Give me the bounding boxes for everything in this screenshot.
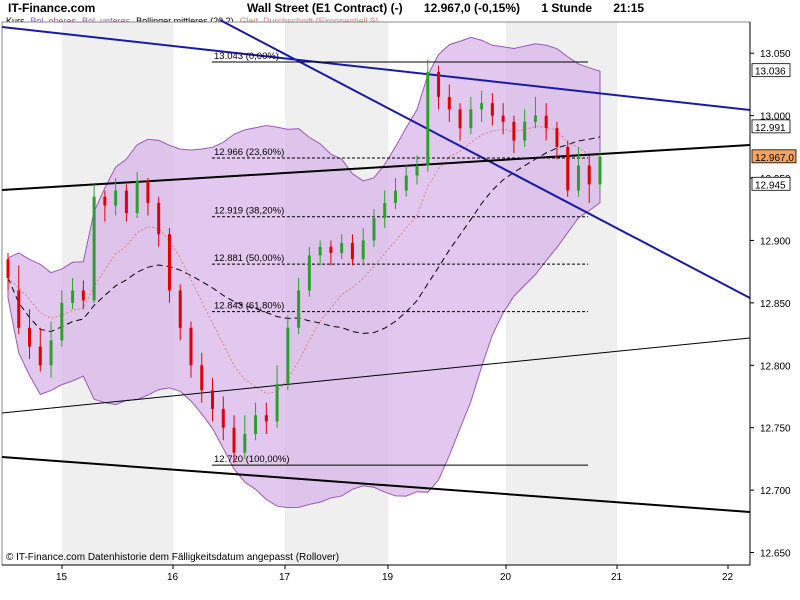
candle-body: [577, 166, 580, 191]
x-tick-label: 15: [56, 572, 68, 583]
candle-body: [93, 197, 96, 301]
price-tag-label: 12.945: [755, 180, 786, 191]
x-tick-label: 16: [167, 572, 179, 583]
candle-body: [599, 157, 602, 184]
candle-body: [329, 247, 332, 253]
candle-body: [222, 409, 225, 428]
candle-body: [394, 191, 397, 203]
candle-body: [39, 347, 42, 366]
candle-body: [534, 116, 537, 122]
candle-body: [200, 365, 203, 390]
candle-body: [168, 234, 171, 290]
x-tick-label: 17: [279, 572, 291, 583]
candle-body: [286, 328, 289, 384]
x-tick-label: 19: [382, 572, 394, 583]
candle-body: [114, 191, 117, 206]
candle-body: [50, 340, 53, 365]
y-tick-label: 12.800: [760, 361, 791, 372]
candle-body: [351, 243, 354, 259]
candle-body: [82, 290, 85, 300]
fib-level-label: 12.919 (38,20%): [214, 206, 284, 217]
price-tag-label: 12.991: [755, 123, 786, 134]
candle-body: [125, 191, 128, 213]
candle-body: [146, 181, 149, 203]
footer-note: © IT-Finance.com Datenhistorie dem Fälli…: [6, 552, 339, 563]
price-chart: 13.043 (0,00%) 12.966 (23,60%) 12.919 (38,…: [0, 0, 800, 600]
candle-body: [71, 290, 74, 302]
candle-body: [523, 122, 526, 141]
candle-body: [372, 218, 375, 240]
candle-body: [7, 259, 10, 278]
x-tick-label: 20: [500, 572, 512, 583]
candle-body: [179, 290, 182, 327]
y-tick-label: 13.050: [760, 49, 791, 60]
candle-body: [254, 415, 257, 434]
y-tick-label: 12.650: [760, 549, 791, 560]
candle-body: [211, 390, 214, 409]
y-tick-label: 12.700: [760, 486, 791, 497]
candle-body: [276, 384, 279, 421]
fib-level-label: 12.881 (50,00%): [214, 253, 284, 264]
candle-body: [405, 176, 408, 191]
candle-body: [17, 290, 20, 327]
candle-body: [243, 434, 246, 453]
candle-body: [383, 203, 386, 218]
fib-level-label: 13.043 (0,00%): [214, 51, 279, 62]
candle-body: [426, 72, 429, 166]
candle-body: [340, 243, 343, 253]
candle-body: [319, 247, 322, 256]
candle-body: [459, 109, 462, 128]
candle-body: [448, 97, 451, 109]
candle-body: [588, 166, 591, 185]
x-tick-label: 22: [722, 572, 734, 583]
candle-body: [60, 303, 63, 340]
candle-body: [265, 415, 268, 421]
price-tag-label: 13.036: [755, 67, 786, 78]
candle-body: [136, 181, 139, 213]
candle-body: [555, 128, 558, 147]
candle-body: [502, 116, 505, 122]
fib-level-label: 12.843 (61,80%): [214, 301, 284, 312]
candle-body: [308, 255, 311, 290]
fib-level-label: 12.720 (100,00%): [214, 454, 290, 465]
candle-body: [437, 72, 440, 97]
x-tick-label: 21: [611, 572, 623, 583]
y-tick-label: 12.750: [760, 424, 791, 435]
candle-body: [491, 103, 494, 115]
candle-body: [480, 103, 483, 109]
candle-body: [103, 197, 106, 206]
candle-body: [469, 109, 472, 128]
y-tick-label: 12.850: [760, 299, 791, 310]
candle-body: [233, 428, 236, 453]
candle-body: [297, 290, 300, 327]
candle-body: [512, 122, 515, 141]
candle-body: [157, 203, 160, 234]
candle-body: [545, 116, 548, 128]
candle-body: [362, 240, 365, 259]
candle-body: [189, 328, 192, 365]
y-tick-label: 12.900: [760, 236, 791, 247]
candle-body: [28, 328, 31, 347]
price-tag-label: 12.967,0: [755, 153, 794, 164]
candle-body: [566, 147, 569, 191]
candle-body: [416, 166, 419, 176]
fib-level-label: 12.966 (23,60%): [214, 147, 284, 158]
